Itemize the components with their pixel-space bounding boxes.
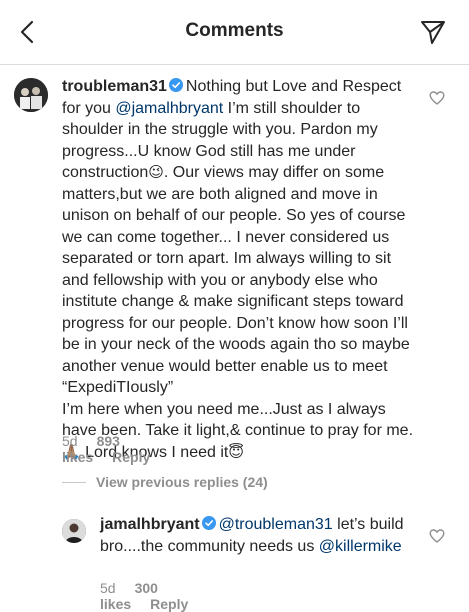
comment-meta: 5d 893 likes Reply	[62, 433, 169, 465]
verified-badge-icon	[168, 78, 183, 92]
angel-emoji: 😇	[228, 443, 244, 461]
direct-share-icon[interactable]	[419, 18, 447, 46]
comment-text: jamalhbryant @troubleman31 let’s build br…	[100, 514, 416, 557]
comment-time: 5d	[62, 433, 78, 449]
reply-button[interactable]: Reply	[112, 449, 150, 465]
view-previous-replies[interactable]: View previous replies (24)	[62, 472, 268, 492]
verified-badge-icon	[201, 516, 216, 530]
comment-time: 5d	[100, 580, 116, 596]
avatar[interactable]	[14, 78, 48, 112]
mention-link[interactable]: @jamalhbryant	[115, 100, 223, 117]
reply-button[interactable]: Reply	[150, 596, 188, 612]
view-previous-label: View previous replies (24)	[96, 474, 268, 490]
mention-link[interactable]: @killermike	[319, 538, 402, 555]
divider-line	[62, 481, 86, 483]
page-title: Comments	[185, 20, 284, 41]
avatar[interactable]	[62, 519, 86, 543]
comment-meta: 5d 300 likes Reply	[100, 580, 207, 612]
heart-icon[interactable]	[429, 528, 445, 544]
comment-username[interactable]: troubleman31	[62, 78, 167, 95]
comment-username[interactable]: jamalhbryant	[100, 516, 200, 533]
wink-emoji: 😉	[148, 164, 164, 181]
header-bar: Comments	[0, 0, 469, 65]
heart-icon[interactable]	[429, 90, 445, 106]
comment-text: troubleman31 Nothing but Love and Respect…	[62, 76, 416, 463]
mention-link[interactable]: @troubleman31	[219, 516, 333, 533]
comment-body: . Our views may differ on some matters,b…	[62, 164, 410, 396]
